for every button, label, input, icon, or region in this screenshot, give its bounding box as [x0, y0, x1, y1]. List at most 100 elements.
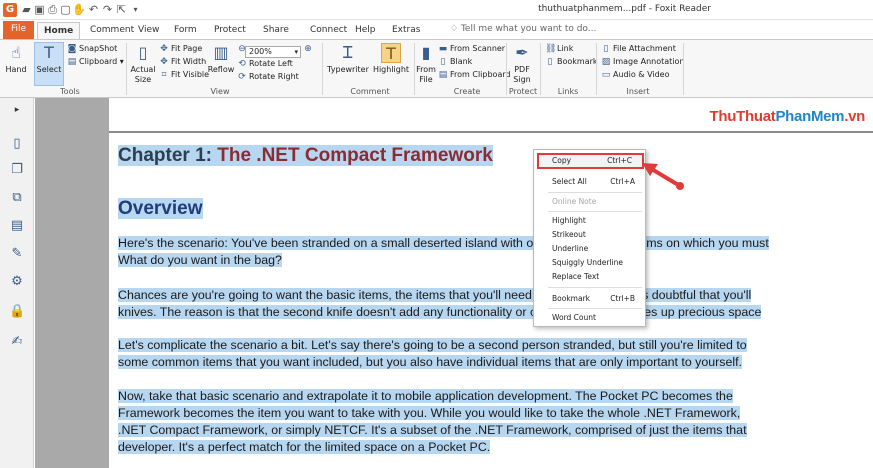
context-menu: Copy Ctrl+C Select All Ctrl+A Online Note …	[533, 149, 646, 327]
menu-item-word-count[interactable]: Word Count	[534, 311, 645, 325]
tab-view[interactable]: View	[132, 22, 165, 39]
file-icon: ▮	[421, 43, 431, 62]
clipboard-button[interactable]: ▤ Clipboard ▾	[67, 57, 124, 67]
document-gutter	[35, 98, 109, 468]
select-button[interactable]: T Select	[34, 42, 64, 86]
menu-separator	[548, 308, 642, 309]
rotate-right-label: Rotate Right	[249, 72, 299, 81]
file-attachment-button[interactable]: ▯ File Attachment	[601, 44, 676, 54]
actual-size-label-1: Actual	[130, 65, 156, 74]
tab-home[interactable]: Home	[37, 22, 81, 39]
menu-item-copy[interactable]: Copy Ctrl+C	[537, 153, 644, 169]
fit-width-button[interactable]: ✥ Fit Width	[159, 57, 206, 67]
signatures-panel-icon[interactable]: ⚙	[9, 274, 25, 290]
tab-form[interactable]: Form	[168, 22, 203, 39]
left-navigation-panel: ▸ ▯ ❐ ⧉ ▤ ✎ ⚙ 🔒 ✍	[0, 98, 34, 468]
fit-page-label: Fit Page	[171, 44, 203, 53]
tell-me-text: Tell me what you want to do...	[460, 24, 597, 34]
link-button[interactable]: ⛓Link	[545, 44, 573, 54]
clipboard-icon: ▤	[438, 70, 448, 80]
redo-icon[interactable]: ↷	[101, 3, 114, 17]
menu-item-squiggly-underline[interactable]: Squiggly Underline	[534, 256, 645, 270]
menu-item-select-all[interactable]: Select All Ctrl+A	[534, 175, 645, 189]
audio-video-button[interactable]: ▭ Audio & Video	[601, 70, 670, 80]
select-text-icon: T	[44, 43, 54, 62]
tab-help[interactable]: Help	[349, 22, 382, 39]
ribbon-separator	[322, 43, 323, 95]
tags-panel-icon[interactable]: ✍	[9, 334, 25, 350]
reflow-button[interactable]: ▥ Reflow	[207, 43, 235, 75]
link-icon: ⛓	[545, 44, 557, 54]
previous-page-bottom: ThuThuatPhanMem.vn	[109, 98, 873, 133]
menu-item-underline[interactable]: Underline	[534, 242, 645, 256]
print-icon[interactable]: ⎙	[46, 3, 59, 17]
zoom-in-icon[interactable]: ⊕	[303, 44, 315, 54]
ribbon-separator	[596, 43, 597, 95]
from-scanner-button[interactable]: ▬ From Scanner	[438, 44, 505, 54]
snapshot-button[interactable]: ◙ SnapShot	[67, 44, 118, 54]
paragraph[interactable]: Let's complicate the scenario a bit. Let…	[118, 337, 873, 371]
cursor-icon[interactable]: ⇱	[115, 3, 128, 17]
bookmark-button[interactable]: ▯ Bookmark	[545, 57, 598, 67]
chapter-prefix: Chapter 1:	[118, 145, 218, 166]
pdf-page[interactable]: ThuThuatPhanMem.vn Chapter 1: The .NET C…	[109, 98, 873, 468]
typewriter-icon: Ꮖ	[342, 43, 354, 62]
rotate-left-button[interactable]: ⟲ Rotate Left	[237, 59, 293, 69]
comments-panel-icon[interactable]: ▤	[9, 218, 25, 234]
actual-size-label-2: Size	[134, 75, 152, 84]
fit-visible-icon: ⌗	[161, 70, 167, 80]
hand-icon[interactable]: ✋	[72, 3, 86, 17]
paragraph[interactable]: Here's the scenario: You've been strande…	[118, 235, 873, 269]
from-file-button[interactable]: ▮ From File	[415, 43, 437, 85]
fit-visible-button[interactable]: ⌗ Fit Visible	[159, 70, 209, 80]
save-icon[interactable]: ▣	[33, 3, 46, 17]
hand-label: Hand	[5, 65, 27, 74]
chapter-heading[interactable]: Chapter 1: The .NET Compact Framework	[118, 145, 493, 167]
highlight-button[interactable]: T Highlight	[371, 43, 411, 75]
group-label-insert: Insert	[626, 87, 650, 96]
menu-item-bookmark[interactable]: Bookmark Ctrl+B	[534, 292, 645, 306]
title-bar: G ▰ ▣ ⎙ ▢ ✋ ↶ ↷ ⇱ ▾ thuthuatphanmem...pd…	[0, 0, 873, 20]
paragraph[interactable]: Now, take that basic scenario and extrap…	[118, 388, 873, 456]
tab-protect[interactable]: Protect	[208, 22, 252, 39]
app-logo-icon[interactable]: G	[3, 3, 17, 17]
menu-item-highlight[interactable]: Highlight	[534, 214, 645, 228]
tab-file[interactable]: File	[3, 21, 35, 39]
customize-icon[interactable]: ▾	[129, 3, 142, 17]
tell-me-search[interactable]: ♢ Tell me what you want to do...	[450, 24, 596, 34]
security-panel-icon[interactable]: 🔒	[9, 304, 25, 320]
layers-panel-icon[interactable]: ⧉	[9, 190, 25, 206]
pdf-sign-button[interactable]: ✒ PDF Sign	[508, 43, 536, 85]
menu-item-replace-text[interactable]: Replace Text	[534, 270, 645, 284]
menu-item-online-note: Online Note	[552, 197, 597, 206]
pen-sign-icon: ✒	[515, 43, 529, 62]
section-heading[interactable]: Overview	[118, 198, 203, 220]
rotate-right-button[interactable]: ⟳ Rotate Right	[237, 72, 299, 82]
page-icon[interactable]: ▢	[59, 3, 72, 17]
image-annotation-button[interactable]: ▨ Image Annotation	[601, 57, 685, 67]
highlight-label: Highlight	[372, 65, 410, 74]
from-file-label-1: From	[416, 65, 436, 74]
annotation-arrow-icon	[642, 163, 684, 190]
typewriter-button[interactable]: Ꮖ Typewriter	[326, 43, 370, 75]
undo-icon[interactable]: ↶	[87, 3, 100, 17]
menu-item-strikeout[interactable]: Strikeout	[534, 228, 645, 242]
actual-size-button[interactable]: ▯ Actual Size	[129, 43, 157, 85]
folder-open-icon[interactable]: ▰	[20, 3, 33, 17]
pdf-sign-label-1: PDF	[514, 65, 530, 74]
tab-share[interactable]: Share	[257, 22, 295, 39]
ribbon: ☝ Hand T Select ◙ SnapShot ▤ Clipboard ▾ T…	[0, 39, 873, 98]
paragraph[interactable]: Chances are you're going to want the bas…	[118, 287, 873, 321]
hand-button[interactable]: ☝ Hand	[3, 43, 29, 75]
from-clipboard-button[interactable]: ▤ From Clipboard	[438, 70, 511, 80]
tab-extras[interactable]: Extras	[386, 22, 426, 39]
expand-panel-icon[interactable]: ▸	[9, 102, 25, 118]
tab-connect[interactable]: Connect	[304, 22, 353, 39]
blank-button[interactable]: ▯ Blank	[438, 57, 473, 67]
zoom-select[interactable]: 200% ▾	[245, 46, 301, 58]
bookmarks-panel-icon[interactable]: ▯	[9, 136, 25, 152]
pages-panel-icon[interactable]: ❐	[9, 162, 25, 178]
fit-page-button[interactable]: ✥ Fit Page	[159, 44, 202, 54]
attachments-panel-icon[interactable]: ✎	[9, 246, 25, 262]
clipboard-label: Clipboard	[79, 57, 118, 66]
